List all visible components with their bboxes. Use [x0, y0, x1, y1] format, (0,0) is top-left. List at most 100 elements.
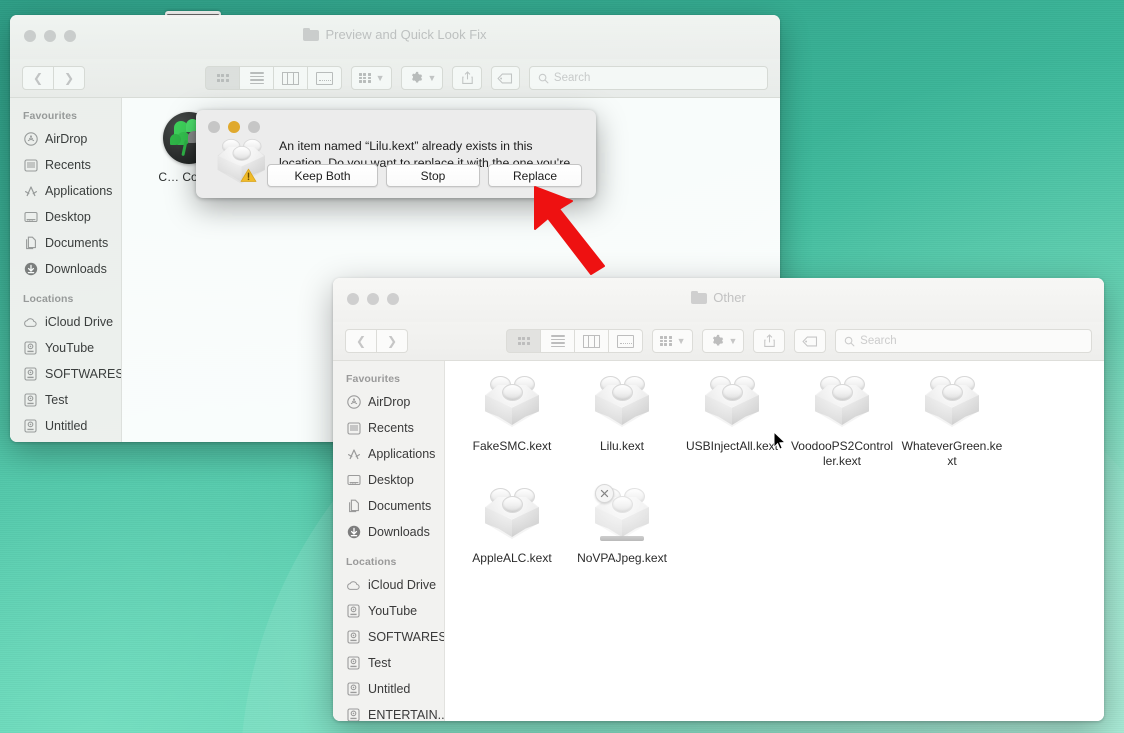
- sidebar-item-youtube[interactable]: YouTube: [333, 598, 444, 624]
- front-window-titlebar[interactable]: Other: [333, 278, 1104, 322]
- tag-icon: [497, 73, 513, 83]
- back-window-toolbar[interactable]: ❮ ❯ ▼ ▼ Search: [10, 59, 780, 98]
- sidebar-item-untitled[interactable]: Untitled: [333, 676, 444, 702]
- close-button[interactable]: [208, 121, 220, 133]
- sidebar-item-downloads[interactable]: Downloads: [10, 256, 121, 282]
- file-label: FakeSMC.kext: [472, 439, 552, 453]
- search-input[interactable]: Search: [835, 329, 1092, 353]
- sidebar-section-favourites: Favourites: [23, 110, 78, 122]
- sidebar-item-airdrop[interactable]: AirDrop: [333, 389, 444, 415]
- maximize-button[interactable]: [248, 121, 260, 133]
- sidebar-item-softwares[interactable]: SOFTWARES: [10, 361, 121, 387]
- sidebar-item-entertainment[interactable]: ENTERTAIN...: [10, 439, 121, 442]
- sidebar-item-documents[interactable]: Documents: [10, 230, 121, 256]
- search-input[interactable]: Search: [528, 66, 768, 90]
- sidebar-item-desktop[interactable]: Desktop: [10, 204, 121, 230]
- file-item-novpajpeg-dragging[interactable]: NoVPAJpeg.kext: [567, 484, 677, 566]
- front-window-content[interactable]: FakeSMC.kext Lilu.kext USBInjectAll.kext: [445, 361, 1104, 721]
- view-mode-group[interactable]: [205, 66, 342, 90]
- sidebar-item-entertainment[interactable]: ENTERTAIN...: [333, 702, 444, 721]
- gallery-view-button[interactable]: [609, 329, 643, 353]
- dialog-file-icon: [214, 138, 270, 186]
- tags-button[interactable]: [794, 329, 827, 353]
- list-view-button[interactable]: [240, 66, 274, 90]
- sidebar-item-desktop[interactable]: Desktop: [333, 467, 444, 493]
- share-button[interactable]: [452, 66, 482, 90]
- search-icon: [844, 336, 855, 346]
- drive-icon: [23, 367, 38, 382]
- view-mode-group[interactable]: [506, 329, 643, 353]
- drive-icon: [346, 708, 361, 721]
- back-chevron-icon[interactable]: ❮: [22, 66, 54, 90]
- finder-window-other[interactable]: Other ❮ ❯ ▼ ▼ Search Favourites AirDrop …: [333, 278, 1104, 721]
- icon-view-button[interactable]: [205, 66, 240, 90]
- back-window-title-area: Preview and Quick Look Fix: [10, 27, 780, 42]
- column-view-button[interactable]: [274, 66, 308, 90]
- sidebar-item-youtube[interactable]: YouTube: [10, 335, 121, 361]
- sidebar-item-recents[interactable]: Recents: [333, 415, 444, 441]
- back-chevron-icon[interactable]: ❮: [345, 329, 377, 353]
- sidebar-item-icloud-drive[interactable]: iCloud Drive: [333, 572, 444, 598]
- minimize-button[interactable]: [228, 121, 240, 133]
- sidebar-item-softwares[interactable]: SOFTWARES: [333, 624, 444, 650]
- file-item-whatevergreen[interactable]: WhateverGreen.kext: [897, 375, 1007, 469]
- tags-button[interactable]: [490, 66, 520, 90]
- sidebar-item-label: AirDrop: [45, 132, 88, 146]
- share-icon: [461, 71, 473, 84]
- sidebar-item-icloud-drive[interactable]: iCloud Drive: [10, 309, 121, 335]
- file-item-applealc[interactable]: AppleALC.kext: [457, 487, 567, 566]
- forward-chevron-icon[interactable]: ❯: [54, 66, 85, 90]
- file-item-fakesmc[interactable]: FakeSMC.kext: [457, 375, 567, 469]
- sidebar-item-label: Untitled: [368, 682, 411, 696]
- sidebar-section-locations: Locations: [346, 556, 397, 568]
- window-title: Other: [713, 290, 746, 305]
- file-item-usbinjectall[interactable]: USBInjectAll.kext: [677, 375, 787, 469]
- list-view-button[interactable]: [541, 329, 575, 353]
- drive-icon: [346, 656, 361, 671]
- action-gear-menu-button[interactable]: ▼: [701, 329, 745, 353]
- gear-icon: [712, 334, 723, 346]
- sidebar-item-test[interactable]: Test: [10, 387, 121, 413]
- arrange-menu-button[interactable]: ▼: [652, 329, 693, 353]
- forward-chevron-icon[interactable]: ❯: [377, 329, 408, 353]
- gallery-view-button[interactable]: [308, 66, 342, 90]
- airdrop-icon: [23, 132, 38, 147]
- navigation-buttons[interactable]: ❮ ❯: [345, 329, 408, 353]
- keep-both-button[interactable]: Keep Both: [267, 164, 378, 187]
- file-label: Lilu.kext: [599, 439, 645, 453]
- file-item-voodoops2controller[interactable]: VoodooPS2Controller.kext: [787, 375, 897, 469]
- front-window-sidebar[interactable]: Favourites AirDrop Recents Applications: [333, 361, 445, 721]
- sidebar-item-label: AirDrop: [368, 395, 411, 409]
- stop-button[interactable]: Stop: [386, 164, 480, 187]
- sidebar-item-untitled[interactable]: Untitled: [10, 413, 121, 439]
- dialog-traffic-lights[interactable]: [208, 121, 260, 133]
- front-window-toolbar[interactable]: ❮ ❯ ▼ ▼ Search: [333, 322, 1104, 361]
- sidebar-item-applications[interactable]: Applications: [10, 178, 121, 204]
- recents-icon: [346, 421, 361, 436]
- recents-icon: [23, 158, 38, 173]
- cancel-drag-icon[interactable]: [595, 484, 614, 503]
- back-window-sidebar[interactable]: Favourites AirDrop Recents Applications: [10, 98, 122, 442]
- action-gear-menu-button[interactable]: ▼: [400, 66, 444, 90]
- back-window-titlebar[interactable]: Preview and Quick Look Fix: [10, 15, 780, 59]
- replace-button[interactable]: Replace: [488, 164, 582, 187]
- navigation-buttons[interactable]: ❮ ❯: [22, 66, 85, 90]
- dialog-button-row[interactable]: Keep Both Stop Replace: [267, 164, 582, 187]
- folder-icon: [691, 290, 708, 304]
- icon-view-button[interactable]: [506, 329, 541, 353]
- sidebar-item-test[interactable]: Test: [333, 650, 444, 676]
- column-view-button[interactable]: [575, 329, 609, 353]
- sidebar-item-airdrop[interactable]: AirDrop: [10, 126, 121, 152]
- sidebar-item-label: Applications: [45, 184, 113, 198]
- sidebar-item-recents[interactable]: Recents: [10, 152, 121, 178]
- sidebar-item-applications[interactable]: Applications: [333, 441, 444, 467]
- drive-icon: [346, 630, 361, 645]
- sidebar-item-downloads[interactable]: Downloads: [333, 519, 444, 545]
- drive-icon: [23, 393, 38, 408]
- replace-confirmation-dialog[interactable]: An item named “Lilu.kext” already exists…: [196, 110, 596, 198]
- sidebar-item-documents[interactable]: Documents: [333, 493, 444, 519]
- arrange-menu-button[interactable]: ▼: [351, 66, 392, 90]
- share-button[interactable]: [753, 329, 786, 353]
- kext-icon: [701, 375, 763, 433]
- file-item-lilu[interactable]: Lilu.kext: [567, 375, 677, 469]
